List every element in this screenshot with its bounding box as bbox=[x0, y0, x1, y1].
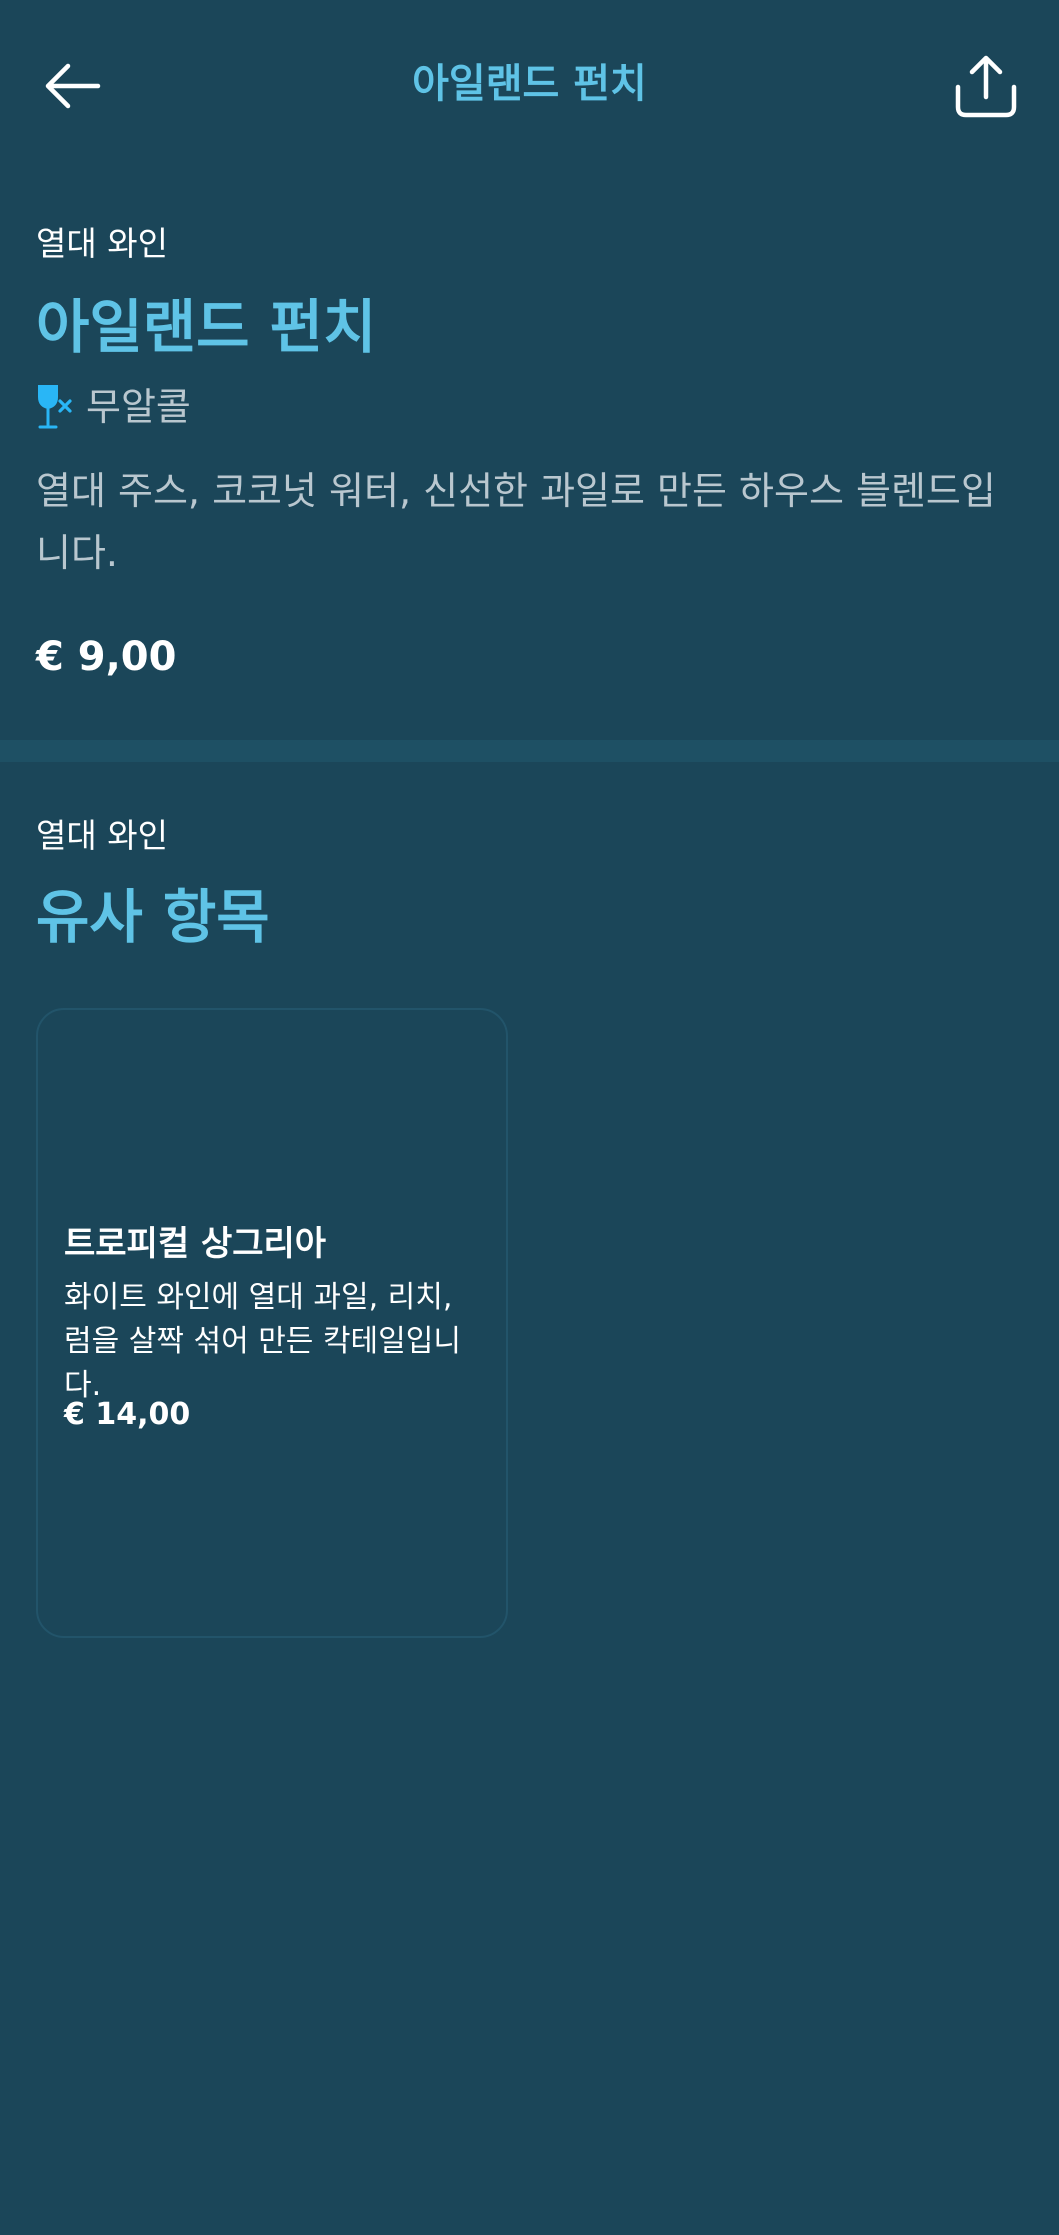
top-bar: 아일랜드 펀치 bbox=[0, 0, 1059, 170]
similar-item-card[interactable]: 트로피컬 상그리아 화이트 와인에 열대 과일, 리치, 럼을 살짝 섞어 만든… bbox=[36, 1008, 508, 1638]
product-category: 열대 와인 bbox=[36, 224, 168, 263]
product-section: 열대 와인 아일랜드 펀치 무알콜 열대 주스, 코코넛 워터, 신선한 과일로… bbox=[0, 170, 1059, 740]
product-name: 아일랜드 펀치 bbox=[36, 293, 377, 361]
similar-items-title: 유사 항목 bbox=[36, 883, 270, 951]
page-title: 아일랜드 펀치 bbox=[412, 61, 647, 107]
section-divider bbox=[0, 740, 1059, 762]
dietary-tag: 무알콜 bbox=[36, 382, 191, 432]
similar-item-name: 트로피컬 상그리아 bbox=[64, 1224, 327, 1264]
product-description: 열대 주스, 코코넛 워터, 신선한 과일로 만든 하우스 블렌드입니다. bbox=[36, 469, 996, 575]
product-price: € 9,00 bbox=[36, 634, 177, 680]
no-alcohol-glass-icon bbox=[36, 383, 72, 431]
similar-category: 열대 와인 bbox=[36, 816, 168, 855]
arrow-left-icon bbox=[45, 63, 101, 109]
similar-items-section: 열대 와인 유사 항목 트로피컬 상그리아 화이트 와인에 열대 과일, 리치,… bbox=[0, 762, 1059, 2235]
back-button[interactable] bbox=[38, 52, 106, 120]
share-icon bbox=[955, 55, 1017, 118]
product-detail-screen: 아일랜드 펀치 열대 와인 아일랜드 펀치 무알콜 열대 주스, 코코넛 워터,… bbox=[0, 0, 1059, 2235]
similar-item-description: 화이트 와인에 열대 과일, 리치, 럼을 살짝 섞어 만든 칵테일입니다. bbox=[64, 1280, 461, 1403]
similar-item-price: € 14,00 bbox=[64, 1397, 191, 1432]
dietary-tag-label: 무알콜 bbox=[86, 385, 191, 429]
share-button[interactable] bbox=[950, 48, 1022, 124]
